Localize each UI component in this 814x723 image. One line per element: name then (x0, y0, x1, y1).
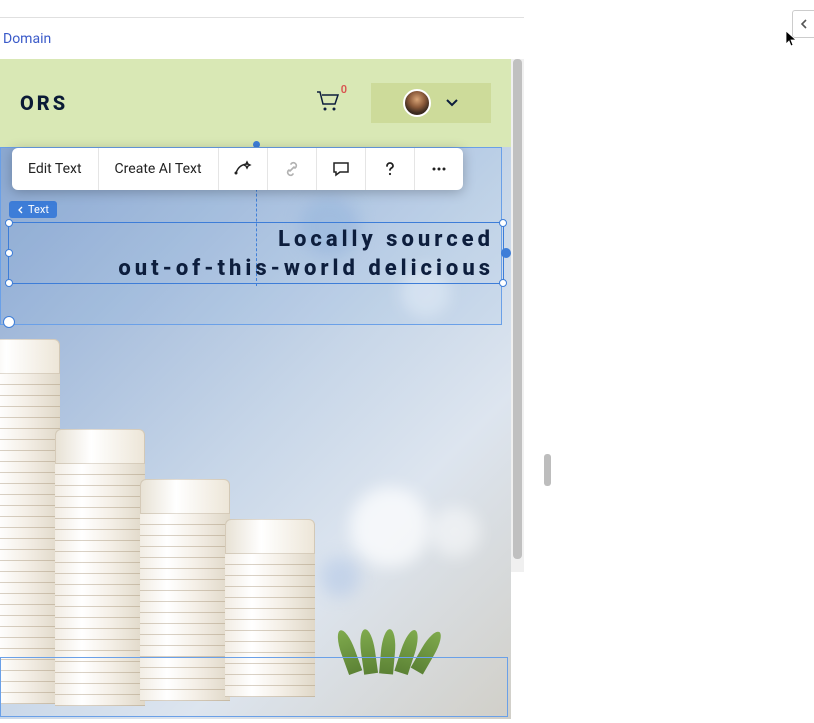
alignment-guide-dot (253, 141, 260, 148)
resize-handle-tr[interactable] (499, 219, 507, 227)
rotate-handle[interactable] (3, 316, 15, 328)
comment-button[interactable] (317, 148, 366, 190)
chevron-down-icon (445, 98, 459, 108)
resize-handle-br[interactable] (499, 279, 507, 287)
scrollbar-thumb[interactable] (513, 59, 522, 559)
panel-resize-handle[interactable] (544, 454, 551, 486)
floating-text-toolbar: Edit Text Create AI Text (12, 148, 463, 190)
cart-count-badge: 0 (341, 83, 347, 96)
resize-handle-mr[interactable] (501, 248, 511, 258)
link-icon (282, 159, 302, 179)
avatar (403, 89, 431, 117)
domain-link[interactable]: Domain (3, 31, 51, 47)
help-icon (380, 159, 400, 179)
animation-button[interactable] (219, 148, 268, 190)
side-panel-toggle[interactable] (792, 10, 814, 38)
link-button[interactable] (268, 148, 317, 190)
cart-icon (315, 89, 341, 113)
resize-handle-tl[interactable] (5, 219, 13, 227)
resize-handle-bl[interactable] (5, 279, 13, 287)
text-tag-label: Text (28, 203, 49, 216)
edit-text-button[interactable]: Edit Text (12, 148, 99, 190)
text-selection-box[interactable]: Text (8, 222, 504, 284)
vertical-scrollbar[interactable] (511, 59, 524, 572)
lower-section-outline (0, 657, 508, 717)
chevron-left-icon (799, 18, 809, 30)
more-icon (429, 159, 449, 179)
brand-text-fragment: ORS (20, 91, 68, 115)
resize-handle-ml[interactable] (5, 249, 13, 257)
site-header: ORS 0 (0, 59, 511, 147)
more-button[interactable] (415, 148, 463, 190)
create-ai-text-button[interactable]: Create AI Text (99, 148, 219, 190)
animation-icon (233, 159, 253, 179)
cart-button[interactable]: 0 (315, 89, 341, 117)
top-bar: Domain (0, 17, 524, 59)
text-selection-tag: Text (9, 201, 57, 218)
help-button[interactable] (366, 148, 415, 190)
chevron-left-icon (17, 206, 25, 214)
comment-icon (331, 159, 351, 179)
profile-dropdown[interactable] (371, 83, 491, 123)
